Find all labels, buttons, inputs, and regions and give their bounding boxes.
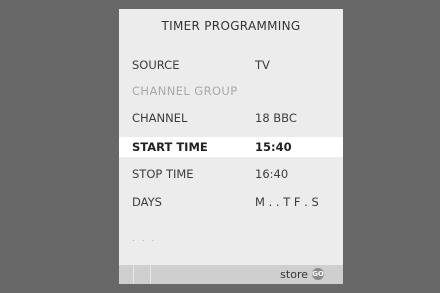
menu-row-source[interactable]: SOURCE TV: [119, 55, 343, 75]
days-value: M . . T F . S: [255, 195, 319, 209]
menu-title: TIMER PROGRAMMING: [161, 19, 301, 33]
menu-row-channel-group: CHANNEL GROUP: [119, 81, 343, 101]
channel-value: 18 BBC: [255, 111, 297, 125]
days-label: DAYS: [132, 195, 162, 209]
menu-row-start-time[interactable]: START TIME 15:40: [119, 137, 343, 157]
go-button-icon[interactable]: GO: [312, 268, 324, 280]
source-value: TV: [255, 58, 270, 72]
start-time-label: START TIME: [132, 140, 208, 154]
source-label: SOURCE: [132, 58, 180, 72]
stop-time-value: 16:40: [255, 167, 289, 181]
menu-row-channel[interactable]: CHANNEL 18 BBC: [119, 108, 343, 128]
channel-group-label: CHANNEL GROUP: [132, 84, 238, 98]
start-time-value: 15:40: [255, 140, 292, 154]
bottom-bar-segment: [134, 265, 151, 284]
menu-row-stop-time[interactable]: STOP TIME 16:40: [119, 164, 343, 184]
channel-label: CHANNEL: [132, 111, 188, 125]
store-label[interactable]: store: [280, 268, 308, 281]
more-options-indicator: . . .: [132, 234, 157, 244]
bottom-bar: store GO: [119, 265, 343, 284]
menu-row-days[interactable]: DAYS M . . T F . S: [119, 192, 343, 212]
timer-programming-menu: TIMER PROGRAMMING SOURCE TV CHANNEL GROU…: [119, 9, 343, 284]
stop-time-label: STOP TIME: [132, 167, 194, 181]
bottom-bar-segment: [119, 265, 134, 284]
